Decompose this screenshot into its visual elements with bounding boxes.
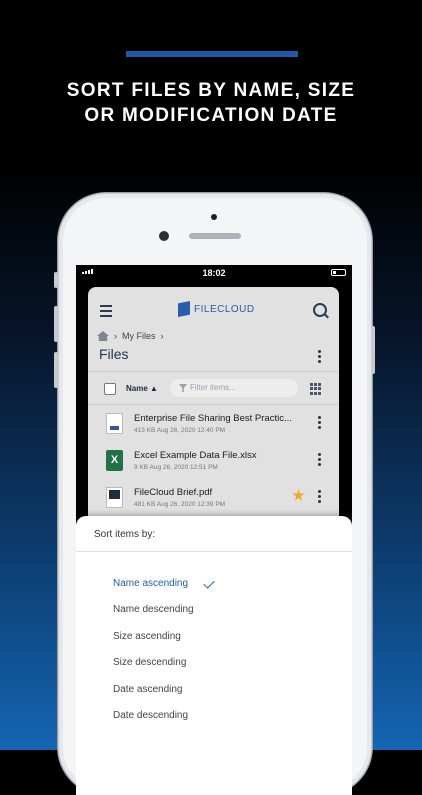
breadcrumb: › My Files › (97, 331, 164, 341)
promo-headline: SORT FILES BY NAME, SIZE OR MODIFICATION… (0, 78, 422, 128)
phone-screen: 18:02 FILECLOUD › My Files › Files Name … (76, 265, 352, 795)
filter-icon (179, 384, 187, 392)
sort-option-size-descending[interactable]: Size descending (113, 657, 186, 668)
volume-up-button (54, 306, 58, 342)
headline-line-1: SORT FILES BY NAME, SIZE (66, 80, 356, 101)
status-time: 18:02 (202, 268, 226, 278)
menu-icon[interactable] (100, 305, 112, 320)
phone-frame: 18:02 FILECLOUD › My Files › Files Name … (54, 193, 375, 795)
filecloud-logo-icon (178, 301, 190, 317)
sort-ascending-icon: ▲ (150, 384, 158, 393)
grid-view-icon[interactable] (310, 383, 322, 395)
file-meta: 413 KB Aug 26, 2020 12:40 PM (134, 427, 226, 434)
excel-icon: X (106, 450, 123, 471)
sort-sheet-title: Sort items by: (94, 529, 156, 540)
sort-option-size-ascending[interactable]: Size ascending (113, 631, 181, 642)
status-bar: 18:02 (76, 265, 352, 281)
app-header: FILECLOUD (88, 287, 339, 329)
file-more-icon[interactable] (318, 453, 321, 468)
page-title: Files (99, 346, 129, 362)
list-toolbar: Name ▲ Filter items... (88, 372, 339, 404)
star-icon[interactable] (292, 489, 305, 501)
chevron-right-icon: › (160, 331, 164, 341)
pdf-icon (106, 487, 123, 508)
divider (76, 551, 352, 552)
sort-option-name-ascending[interactable]: Name ascending (113, 578, 188, 589)
accent-bar (126, 51, 298, 57)
file-name: FileCloud Brief.pdf (134, 487, 213, 498)
file-row[interactable]: FileCloud Brief.pdf 481 KB Aug 26, 2020 … (88, 479, 339, 515)
sort-bottom-sheet: Sort items by: Name ascending Name desce… (76, 516, 352, 795)
home-icon[interactable] (97, 331, 109, 341)
breadcrumb-item-my-files[interactable]: My Files (122, 331, 156, 341)
volume-down-button (54, 352, 58, 388)
page-more-icon[interactable] (318, 350, 321, 365)
document-icon (106, 413, 123, 434)
front-camera (159, 231, 169, 241)
file-meta: 481 KB Aug 26, 2020 12:39 PM (134, 501, 226, 508)
sort-option-name-descending[interactable]: Name descending (113, 604, 194, 615)
file-name: Enterprise File Sharing Best Practic... (134, 413, 292, 424)
mute-switch (54, 272, 58, 288)
headline-line-2: OR MODIFICATION DATE (84, 105, 338, 126)
checkmark-icon (203, 577, 215, 589)
file-meta: 9 KB Aug 26, 2020 12:51 PM (134, 464, 218, 471)
power-button (371, 326, 375, 374)
filter-input[interactable]: Filter items... (170, 379, 298, 397)
file-more-icon[interactable] (318, 490, 321, 505)
file-row[interactable]: X Excel Example Data File.xlsx 9 KB Aug … (88, 442, 339, 478)
file-name: Excel Example Data File.xlsx (134, 450, 257, 461)
sort-option-date-ascending[interactable]: Date ascending (113, 684, 183, 695)
sort-label: Name (126, 384, 148, 393)
select-all-checkbox[interactable] (104, 383, 116, 395)
sort-by-name-button[interactable]: Name ▲ (126, 384, 158, 393)
front-sensor (211, 214, 217, 220)
battery-icon (331, 269, 346, 276)
filecloud-logo: FILECLOUD (178, 301, 255, 317)
file-row[interactable]: Enterprise File Sharing Best Practic... … (88, 405, 339, 441)
filter-placeholder: Filter items... (190, 383, 236, 392)
search-icon[interactable] (313, 303, 327, 317)
file-more-icon[interactable] (318, 416, 321, 431)
sort-option-date-descending[interactable]: Date descending (113, 710, 188, 721)
chevron-right-icon: › (114, 331, 117, 341)
earpiece-speaker (189, 233, 241, 239)
brand-name: FILECLOUD (194, 303, 255, 315)
